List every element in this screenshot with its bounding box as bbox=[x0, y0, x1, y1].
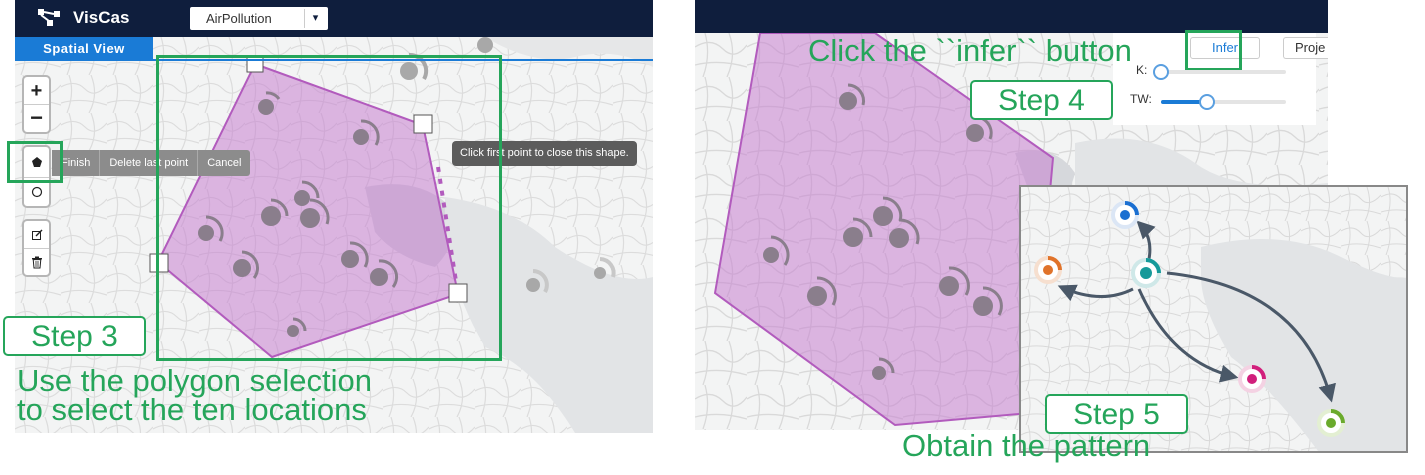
network-nodes-icon bbox=[38, 9, 60, 26]
zoom-in-button[interactable]: + bbox=[24, 77, 49, 105]
zoom-out-button[interactable]: − bbox=[24, 105, 49, 132]
infer-highlight-box bbox=[1185, 30, 1242, 71]
app-title: VisCas bbox=[73, 8, 130, 27]
edit-icon bbox=[31, 229, 42, 240]
chevron-down-icon[interactable]: ▾ bbox=[304, 9, 326, 28]
draw-tool-highlight-box bbox=[7, 141, 63, 183]
k-slider-track[interactable] bbox=[1161, 70, 1286, 74]
app-header: VisCas AirPollution ▾ bbox=[15, 0, 653, 37]
circle-icon bbox=[31, 186, 42, 198]
k-slider-label: K: bbox=[1136, 63, 1148, 77]
project-button[interactable]: Proje bbox=[1283, 37, 1328, 59]
step5-caption: Obtain the pattern bbox=[902, 428, 1151, 463]
tab-spatial-view[interactable]: Spatial View bbox=[15, 37, 153, 61]
step4-caption: Click the ``infer`` button bbox=[808, 33, 1132, 68]
app-header-right bbox=[695, 0, 1328, 33]
delete-layers-button[interactable] bbox=[24, 249, 49, 275]
step3-label: Step 3 bbox=[3, 316, 146, 356]
step4-label: Step 4 bbox=[970, 80, 1113, 120]
trash-icon bbox=[31, 256, 42, 268]
edit-layers-button[interactable] bbox=[24, 221, 49, 249]
tw-slider-handle[interactable] bbox=[1199, 94, 1215, 110]
k-slider-handle[interactable] bbox=[1153, 64, 1169, 80]
step3-caption-line2: to select the ten locations bbox=[17, 392, 367, 427]
dataset-select-value: AirPollution bbox=[206, 11, 272, 26]
polygon-highlight-box bbox=[156, 55, 502, 361]
edit-toolbar bbox=[22, 219, 51, 277]
zoom-control: + − bbox=[22, 75, 51, 134]
dataset-select[interactable]: AirPollution ▾ bbox=[190, 7, 328, 30]
tw-slider-label: TW: bbox=[1130, 92, 1152, 106]
